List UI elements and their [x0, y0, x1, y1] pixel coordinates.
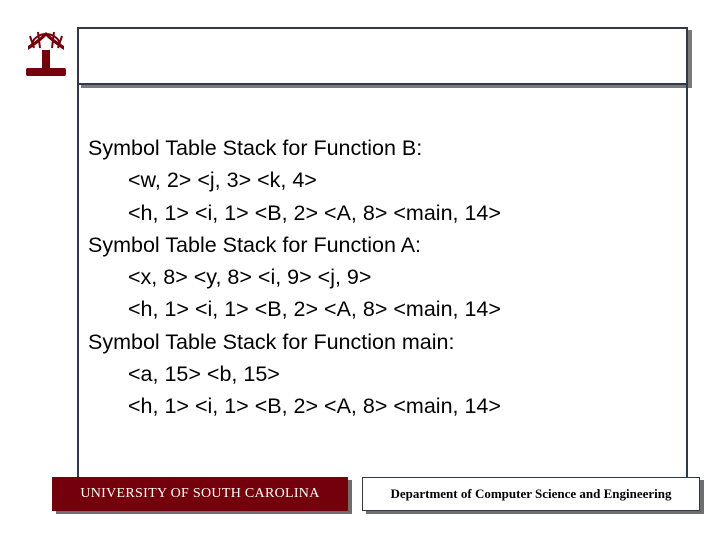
main-entries-1: <a, 15> <b, 15>	[88, 358, 678, 390]
b-entries-2: <h, 1> <i, 1> <B, 2> <A, 8> <main, 14>	[88, 197, 678, 229]
heading-function-b: Symbol Table Stack for Function B:	[88, 132, 678, 164]
a-entries-1: <x, 8> <y, 8> <i, 9> <j, 9>	[88, 261, 678, 293]
usc-logo-icon	[20, 28, 72, 80]
a-entries-2: <h, 1> <i, 1> <B, 2> <A, 8> <main, 14>	[88, 293, 678, 325]
title-frame	[77, 27, 688, 85]
content-border-right	[686, 85, 688, 480]
b-entries-1: <w, 2> <j, 3> <k, 4>	[88, 164, 678, 196]
heading-function-a: Symbol Table Stack for Function A:	[88, 229, 678, 261]
heading-function-main: Symbol Table Stack for Function main:	[88, 326, 678, 358]
slide: Symbol Table Stack for Function B: <w, 2…	[0, 0, 720, 540]
footer-university: UNIVERSITY OF SOUTH CAROLINA	[52, 477, 348, 511]
slide-body: Symbol Table Stack for Function B: <w, 2…	[88, 132, 678, 422]
main-entries-2: <h, 1> <i, 1> <B, 2> <A, 8> <main, 14>	[88, 390, 678, 422]
content-border-left	[77, 85, 79, 480]
footer-department: Department of Computer Science and Engin…	[362, 477, 700, 511]
